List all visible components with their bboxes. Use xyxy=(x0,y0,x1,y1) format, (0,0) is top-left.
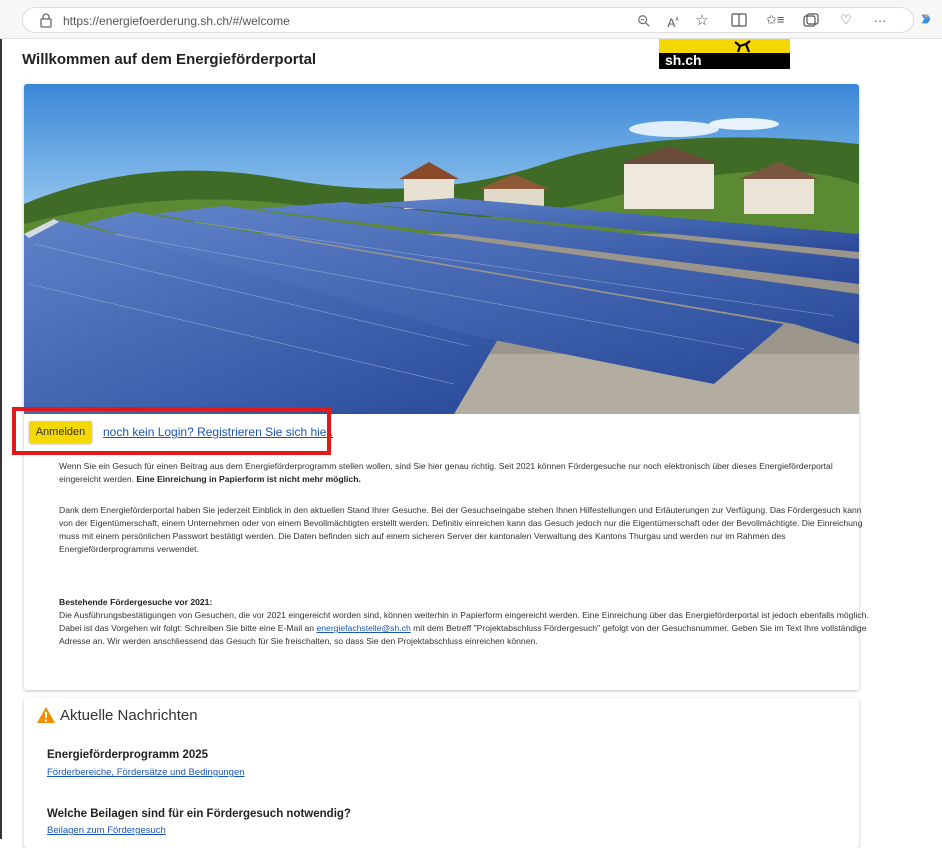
page-title: Willkommen auf dem Energieförderportal xyxy=(22,51,317,68)
collections-icon[interactable] xyxy=(803,13,819,27)
news-item-link[interactable]: Beilagen zum Fördergesuch xyxy=(47,825,166,836)
intro-paragraph-2: Dank dem Energieförderportal haben Sie j… xyxy=(59,505,863,554)
news-item-link[interactable]: Förderbereiche, Fördersätze und Bedingun… xyxy=(47,767,245,778)
split-screen-icon[interactable] xyxy=(731,13,747,27)
warning-icon xyxy=(37,707,55,723)
logo-text: sh.ch xyxy=(665,52,702,68)
section-heading: Bestehende Fördergesuche vor 2021: xyxy=(59,597,213,607)
welcome-card: Wenn Sie ein Gesuch für einen Beitrag au… xyxy=(24,84,869,690)
logo-band: sh.ch xyxy=(659,52,790,69)
url-text[interactable]: https://energiefoerderung.sh.ch/#/welcom… xyxy=(63,14,290,28)
intro-paragraph-1-bold: Eine Einreichung in Papierform ist nicht… xyxy=(136,474,361,484)
news-item-title: Energieförderprogramm 2025 xyxy=(47,749,209,761)
read-aloud-icon[interactable]: Aᴬ xyxy=(665,14,681,30)
copilot-icon[interactable] xyxy=(918,12,934,26)
solar-panels-hero-image xyxy=(24,84,859,414)
news-heading: Aktuelle Nachrichten xyxy=(60,707,198,724)
performance-icon[interactable]: ♡ xyxy=(838,13,854,27)
zoom-icon[interactable] xyxy=(636,14,652,28)
intro-paragraph-1: Wenn Sie ein Gesuch für einen Beitrag au… xyxy=(59,460,869,486)
browser-toolbar: https://energiefoerderung.sh.ch/#/welcom… xyxy=(0,0,942,39)
news-item-title: Welche Beilagen sind für ein Fördergesuc… xyxy=(47,808,351,820)
lock-icon[interactable] xyxy=(39,12,53,28)
sh-logo[interactable]: sh.ch xyxy=(659,39,790,69)
more-icon[interactable]: … xyxy=(872,11,888,25)
intro-paragraph-3: Die Ausführungsbestätigungen von Gesuche… xyxy=(59,609,869,648)
favorites-list-icon[interactable]: ✩≡ xyxy=(766,13,784,27)
favorite-icon[interactable]: ☆ xyxy=(694,13,710,28)
highlight-box xyxy=(12,407,331,455)
email-link[interactable]: energiefachstelle@sh.ch xyxy=(316,623,410,633)
goat-icon xyxy=(734,40,751,53)
